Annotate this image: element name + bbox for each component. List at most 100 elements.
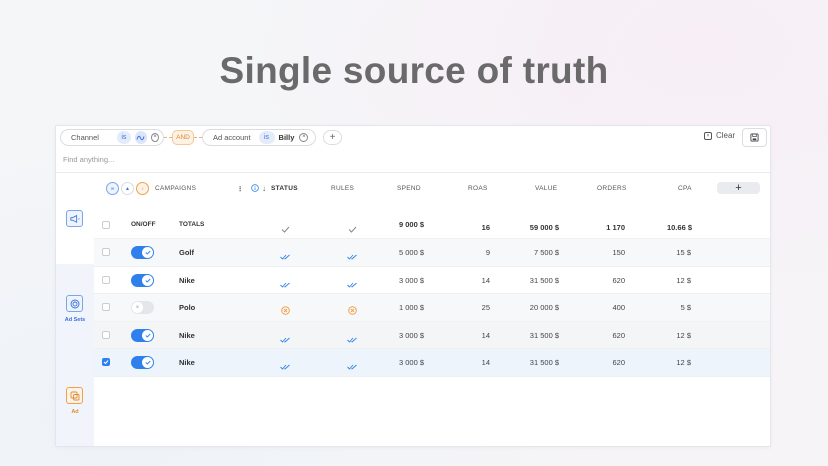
row-checkbox[interactable] bbox=[102, 248, 110, 256]
warning-icon bbox=[281, 302, 290, 320]
ad-account-value: Billy bbox=[278, 133, 295, 142]
roas-cell: 14 bbox=[481, 358, 490, 367]
row-toggle[interactable] bbox=[131, 274, 154, 287]
add-column-button[interactable]: + bbox=[717, 182, 760, 194]
remove-channel-filter-icon[interactable]: × bbox=[150, 133, 159, 142]
value-cell: 20 000 $ bbox=[529, 303, 559, 312]
meta-channel-icon[interactable]: ∞ bbox=[106, 182, 119, 195]
filter-connector bbox=[194, 137, 202, 138]
ad-account-operator[interactable]: is bbox=[258, 131, 275, 144]
double-check-icon bbox=[280, 275, 291, 293]
campaign-name[interactable]: Nike bbox=[179, 358, 195, 367]
orders-cell: 150 bbox=[612, 248, 625, 257]
channel-filter-chip[interactable]: Channel is × bbox=[60, 129, 164, 146]
channel-icons: ∞ ▲ ♪ bbox=[106, 182, 151, 195]
status-info-icon[interactable] bbox=[251, 184, 259, 194]
table-row[interactable]: Golf 5 000 $ 9 7 500 $ 150 15 $ bbox=[94, 239, 770, 266]
row-toggle[interactable] bbox=[131, 329, 154, 342]
search-input[interactable] bbox=[63, 152, 463, 166]
campaign-name[interactable]: Nike bbox=[179, 331, 195, 340]
megaphone-icon bbox=[66, 210, 83, 227]
table-row[interactable]: Nike 3 000 $ 14 31 500 $ 620 12 $ bbox=[94, 267, 770, 294]
row-checkbox[interactable] bbox=[102, 331, 110, 339]
roas-cell: 14 bbox=[481, 331, 490, 340]
spend-cell: 3 000 $ bbox=[398, 331, 424, 340]
column-header-cpa[interactable]: CPA bbox=[678, 185, 692, 192]
totals-label: TOTALS bbox=[179, 221, 205, 228]
column-menu-icon[interactable]: ⋮ bbox=[237, 185, 244, 193]
save-button[interactable] bbox=[742, 128, 767, 147]
save-icon bbox=[750, 133, 759, 142]
column-header-roas[interactable]: ROAS bbox=[468, 185, 488, 192]
column-header-value[interactable]: VALUE bbox=[535, 185, 557, 192]
warning-icon bbox=[348, 302, 357, 320]
row-checkbox[interactable] bbox=[102, 358, 110, 366]
target-icon bbox=[66, 295, 83, 312]
check-icon bbox=[281, 220, 290, 238]
channel-operator[interactable]: is bbox=[116, 131, 131, 144]
totals-roas: 16 bbox=[481, 223, 490, 232]
column-header-rules[interactable]: RULES bbox=[331, 185, 354, 192]
table-row[interactable]: Nike 3 000 $ 14 31 500 $ 620 12 $ bbox=[94, 349, 770, 376]
select-all-checkbox[interactable] bbox=[102, 221, 110, 229]
clear-icon: × bbox=[704, 131, 712, 140]
value-cell: 31 500 $ bbox=[529, 331, 559, 340]
sort-desc-icon[interactable]: ↓ bbox=[262, 184, 266, 193]
row-divider bbox=[94, 376, 770, 377]
cpa-cell: 15 $ bbox=[676, 248, 691, 257]
row-checkbox[interactable] bbox=[102, 303, 110, 311]
sidebar-item-ad-sets[interactable]: Ad Sets bbox=[56, 264, 94, 356]
clear-label: Clear bbox=[716, 131, 736, 140]
spend-cell: 5 000 $ bbox=[398, 248, 424, 257]
double-check-icon bbox=[347, 247, 358, 265]
sidebar-label-ad: Ad bbox=[71, 409, 79, 415]
totals-orders: 1 170 bbox=[606, 223, 625, 232]
column-header-status[interactable]: STATUS bbox=[271, 185, 298, 192]
remove-ad-account-filter-icon[interactable]: × bbox=[299, 133, 309, 142]
page-headline: Single source of truth bbox=[219, 50, 609, 91]
double-check-icon bbox=[280, 330, 291, 348]
campaign-name[interactable]: Golf bbox=[179, 248, 194, 257]
level-sidebar: Ad Sets Ad bbox=[56, 173, 94, 446]
campaign-name[interactable]: Nike bbox=[179, 276, 195, 285]
ad-account-filter-chip[interactable]: Ad account is Billy × bbox=[202, 129, 316, 146]
double-check-icon bbox=[280, 357, 291, 375]
table-row[interactable]: × Polo 1 000 $ 25 20 000 $ 400 5 $ bbox=[94, 294, 770, 321]
orders-cell: 620 bbox=[612, 358, 625, 367]
clear-button[interactable]: × Clear bbox=[704, 131, 735, 140]
value-cell: 31 500 $ bbox=[529, 276, 559, 285]
ad-account-filter-label: Ad account bbox=[213, 133, 251, 142]
roas-cell: 14 bbox=[481, 276, 490, 285]
column-header-campaigns[interactable]: CAMPAIGNS bbox=[155, 185, 196, 192]
row-toggle[interactable] bbox=[131, 356, 154, 369]
cpa-cell: 12 $ bbox=[676, 331, 691, 340]
sidebar-item-campaigns[interactable] bbox=[56, 173, 94, 264]
ad-creative-icon bbox=[66, 387, 83, 404]
table-row[interactable]: Nike 3 000 $ 14 31 500 $ 620 12 $ bbox=[94, 322, 770, 349]
cpa-cell: 5 $ bbox=[680, 303, 691, 312]
campaign-table-card: Channel is × AND Ad account is Billy × +… bbox=[55, 125, 771, 447]
totals-spend: 9 000 $ bbox=[398, 220, 424, 229]
row-toggle[interactable] bbox=[131, 246, 154, 259]
orders-cell: 400 bbox=[612, 303, 625, 312]
row-checkbox[interactable] bbox=[102, 276, 110, 284]
value-cell: 31 500 $ bbox=[529, 358, 559, 367]
campaign-name[interactable]: Polo bbox=[179, 303, 195, 312]
tiktok-icon[interactable]: ♪ bbox=[136, 182, 149, 195]
sidebar-label-ad-sets: Ad Sets bbox=[64, 317, 86, 323]
double-check-icon bbox=[347, 330, 358, 348]
column-header-spend[interactable]: SPEND bbox=[397, 185, 421, 192]
spend-cell: 3 000 $ bbox=[398, 276, 424, 285]
roas-cell: 25 bbox=[481, 303, 490, 312]
add-filter-button[interactable]: + bbox=[323, 130, 342, 145]
row-toggle[interactable]: × bbox=[131, 301, 154, 314]
google-ads-icon[interactable]: ▲ bbox=[121, 182, 134, 195]
roas-cell: 9 bbox=[485, 248, 490, 257]
spend-cell: 3 000 $ bbox=[398, 358, 424, 367]
totals-row: ON/OFF TOTALS 9 000 $ 16 59 000 $ 1 170 … bbox=[94, 212, 770, 239]
and-operator-chip[interactable]: AND bbox=[172, 130, 194, 145]
double-check-icon bbox=[280, 247, 291, 265]
column-header-orders[interactable]: ORDERS bbox=[597, 185, 627, 192]
sidebar-item-ad[interactable]: Ad bbox=[56, 356, 94, 446]
totals-cpa: 10.66 $ bbox=[666, 223, 692, 232]
